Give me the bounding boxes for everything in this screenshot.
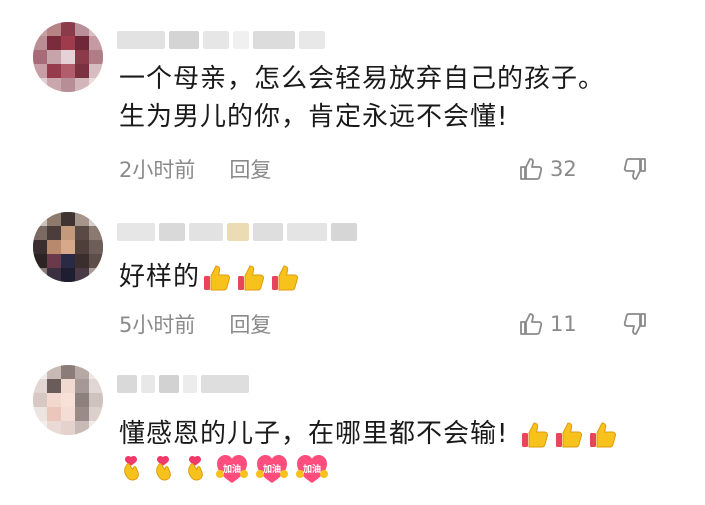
reply-button[interactable]: 回复 (229, 309, 271, 339)
reply-button[interactable]: 回复 (229, 154, 271, 184)
thumbs-down-outline-icon (623, 158, 646, 180)
comment-text: 好样的 (119, 258, 300, 296)
avatar[interactable] (33, 22, 103, 92)
avatar[interactable] (33, 212, 103, 282)
jiayou-label: 加油 (302, 465, 321, 475)
emoji-line-2: 加油 加油 加油 (119, 452, 329, 486)
emoji-group (520, 420, 618, 450)
dislike-button[interactable] (622, 154, 648, 184)
thumbs-down-outline-icon (623, 313, 646, 335)
finger-heart-emoji-icon (188, 455, 203, 481)
dislike-button[interactable] (622, 309, 648, 339)
jiayou-heart-emoji-icon: 加油 (215, 452, 249, 486)
like-count: 11 (550, 312, 577, 336)
comment-text-line: 生为男儿的你，肯定永远不会懂! (119, 102, 509, 132)
jiayou-heart-emoji-icon: 加油 (255, 452, 289, 486)
comment-text: 懂感恩的儿子，在哪里都不会输! (119, 415, 618, 453)
emoji-group (202, 263, 300, 293)
username-blurred[interactable] (117, 374, 249, 394)
thumbs-up-outline-icon (520, 313, 543, 335)
like-button[interactable]: 11 (518, 309, 577, 339)
username-blurred[interactable] (117, 30, 325, 50)
comment-meta: 5小时前 回复 (119, 309, 271, 339)
thumbs-up-emoji-icon (522, 421, 549, 447)
jiayou-label: 加油 (262, 465, 281, 475)
jiayou-label: 加油 (222, 465, 241, 475)
comment-meta: 2小时前 回复 (119, 154, 271, 184)
comment-text: 一个母亲，怎么会轻易放弃自己的孩子。 生为男儿的你，肯定永远不会懂! (119, 60, 605, 136)
thumbs-up-emoji-icon (556, 421, 583, 447)
finger-heart-emoji-icon (124, 455, 139, 481)
comment-text-line: 一个母亲，怎么会轻易放弃自己的孩子。 (119, 64, 606, 94)
like-button[interactable]: 32 (518, 154, 577, 184)
thumbs-up-emoji-icon (204, 264, 231, 290)
avatar[interactable] (33, 365, 103, 435)
timestamp: 5小时前 (119, 313, 196, 337)
finger-heart-emoji-icon (156, 455, 171, 481)
like-count: 32 (550, 157, 577, 181)
jiayou-heart-emoji-icon: 加油 (295, 452, 329, 486)
thumbs-up-emoji-icon (590, 421, 617, 447)
thumbs-up-emoji-icon (238, 264, 265, 290)
thumbs-up-emoji-icon (272, 264, 299, 290)
thumbs-up-outline-icon (520, 158, 543, 180)
comment-text-line: 好样的 (119, 262, 201, 292)
timestamp: 2小时前 (119, 158, 196, 182)
username-blurred[interactable] (117, 222, 357, 242)
comment-text-line: 懂感恩的儿子，在哪里都不会输! (119, 419, 509, 449)
